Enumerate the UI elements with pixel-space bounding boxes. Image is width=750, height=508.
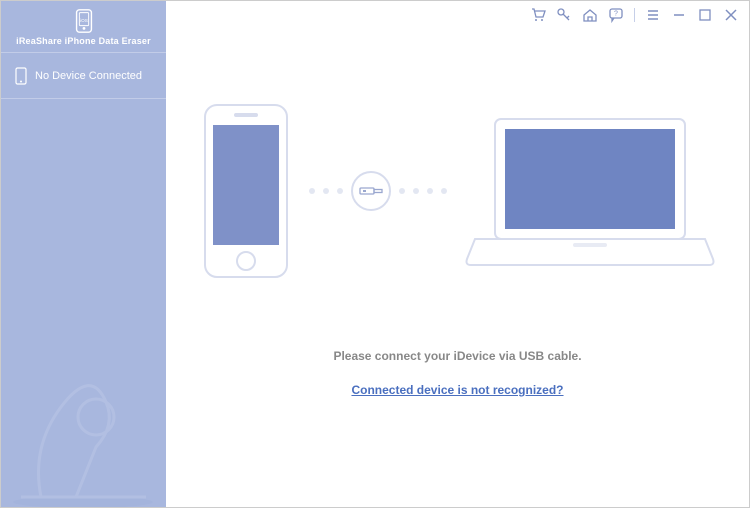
devices-illustration — [201, 101, 715, 281]
minimize-icon[interactable] — [671, 7, 687, 23]
connector-dot — [323, 188, 329, 194]
connector-dot — [413, 188, 419, 194]
app-logo-icon: iOS — [73, 8, 95, 34]
connector-illustration — [309, 171, 447, 211]
phone-icon — [15, 67, 27, 85]
connector-dot — [427, 188, 433, 194]
status-text: No Device Connected — [35, 70, 142, 82]
key-icon[interactable] — [556, 7, 572, 23]
connector-dot — [441, 188, 447, 194]
sidebar-decoration-icon — [1, 347, 166, 507]
titlebar-separator — [634, 8, 635, 22]
sidebar-status: No Device Connected — [1, 53, 166, 99]
help-link[interactable]: Connected device is not recognized? — [351, 383, 563, 397]
instruction-text: Please connect your iDevice via USB cabl… — [333, 349, 581, 363]
usb-icon — [351, 171, 391, 211]
connection-panel: Please connect your iDevice via USB cabl… — [166, 101, 749, 397]
cart-icon[interactable] — [530, 7, 546, 23]
sidebar: iOS iReaShare iPhone Data Eraser No Devi… — [1, 1, 166, 507]
svg-text:?: ? — [614, 11, 618, 18]
phone-illustration-icon — [201, 101, 291, 281]
menu-icon[interactable] — [645, 7, 661, 23]
main-content: ? — [166, 1, 749, 507]
connector-dot — [309, 188, 315, 194]
app-window: iOS iReaShare iPhone Data Eraser No Devi… — [0, 0, 750, 508]
app-title: iReaShare iPhone Data Eraser — [16, 36, 151, 46]
svg-text:iOS: iOS — [80, 17, 88, 22]
connector-dot — [337, 188, 343, 194]
maximize-icon[interactable] — [697, 7, 713, 23]
titlebar: ? — [530, 7, 739, 23]
close-icon[interactable] — [723, 7, 739, 23]
feedback-icon[interactable]: ? — [608, 7, 624, 23]
laptop-illustration-icon — [465, 111, 715, 271]
home-icon[interactable] — [582, 7, 598, 23]
sidebar-header: iOS iReaShare iPhone Data Eraser — [1, 1, 166, 53]
connector-dot — [399, 188, 405, 194]
